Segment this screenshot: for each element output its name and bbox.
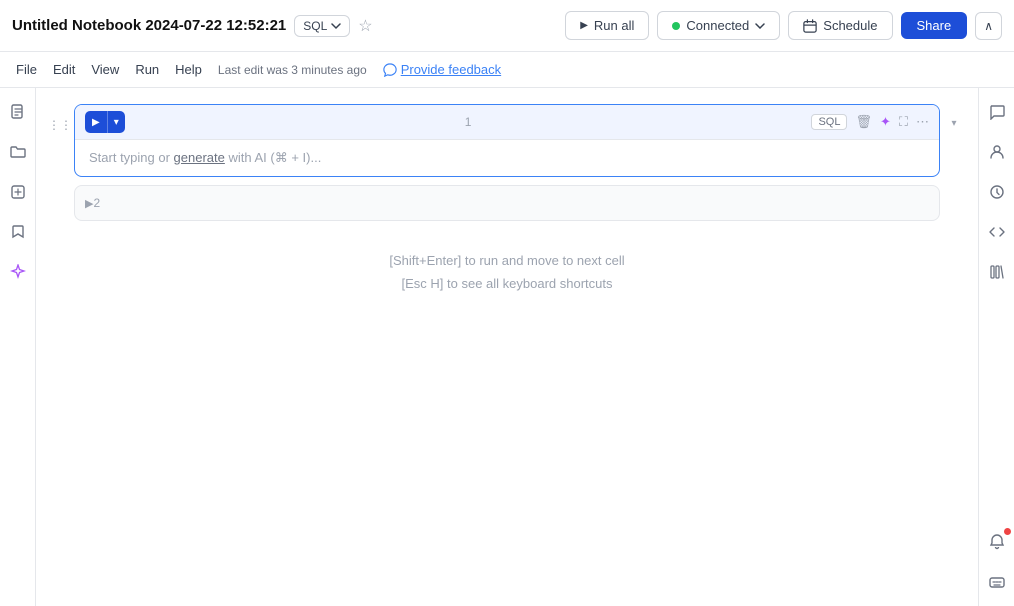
cell-2[interactable]: ▶ 2 (74, 185, 940, 221)
ai-sparkle-icon[interactable]: ✦ (880, 114, 891, 130)
cell-1-header-right: SQL 🗑 ✦ ⛶ ⋯ (811, 114, 929, 130)
keyboard-hints: [Shift+Enter] to run and move to next ce… (52, 229, 962, 316)
connected-label: Connected (686, 18, 749, 33)
menu-view[interactable]: View (91, 62, 119, 77)
run-all-button[interactable]: ▶ Run all (565, 11, 649, 40)
cell-area: ⋮⋮ ▶ ▾ 1 SQL 🗑 ✦ ⛶ (36, 88, 978, 606)
hint-line-1: [Shift+Enter] to run and move to next ce… (72, 249, 942, 272)
top-bar: Untitled Notebook 2024-07-22 12:52:21 SQ… (0, 0, 1014, 52)
connected-dot (672, 22, 680, 30)
right-sidebar-user-icon[interactable] (985, 140, 1009, 164)
cell-1-placeholder-text: Start typing or (89, 150, 174, 165)
cell-1-number: 1 (465, 115, 472, 129)
delete-cell-icon[interactable]: 🗑 (855, 114, 872, 130)
cell-1-type-badge[interactable]: SQL (811, 114, 847, 130)
notebook-title: Untitled Notebook 2024-07-22 12:52:21 (12, 17, 286, 34)
share-button[interactable]: Share (901, 12, 968, 39)
right-sidebar-bottom (985, 530, 1009, 594)
cell-1-header-left: ▶ ▾ (85, 111, 125, 133)
cell-1-header: ▶ ▾ 1 SQL 🗑 ✦ ⛶ ⋯ (75, 105, 939, 140)
calendar-icon (803, 19, 817, 33)
sql-label: SQL (303, 19, 327, 33)
top-bar-right: ▶ Run all Connected Schedule Share ∧ (565, 11, 1002, 40)
right-sidebar-chat-icon[interactable] (985, 100, 1009, 124)
more-options-icon[interactable]: ⋯ (916, 114, 929, 130)
cell-2-side-controls (946, 185, 962, 199)
top-bar-left: Untitled Notebook 2024-07-22 12:52:21 SQ… (12, 15, 373, 37)
cell-2-play-button[interactable]: ▶ (85, 197, 93, 210)
cell-1-body[interactable]: Start typing or generate with AI (⌘ + I)… (75, 140, 939, 176)
menu-run[interactable]: Run (135, 62, 159, 77)
chevron-down-icon (755, 23, 765, 29)
cell-2-number: 2 (93, 196, 100, 210)
right-sidebar-keyboard-icon[interactable] (985, 570, 1009, 594)
menu-help[interactable]: Help (175, 62, 202, 77)
generate-link[interactable]: generate (174, 150, 225, 165)
sidebar-icon-bookmark[interactable] (6, 220, 30, 244)
menu-edit[interactable]: Edit (53, 62, 75, 77)
cell-row-2: ⋮⋮ ▶ 2 (52, 185, 962, 221)
menu-bar: File Edit View Run Help Last edit was 3 … (0, 52, 1014, 88)
menu-file[interactable]: File (16, 62, 37, 77)
sidebar-icon-sparkle[interactable] (6, 260, 30, 284)
collapse-header-button[interactable]: ∧ (975, 12, 1002, 40)
connected-button[interactable]: Connected (657, 11, 780, 40)
sidebar-icon-document[interactable] (6, 100, 30, 124)
cell-1-run-button[interactable]: ▶ ▾ (85, 111, 125, 133)
right-sidebar (978, 88, 1014, 606)
sidebar-icon-package[interactable] (6, 180, 30, 204)
sidebar-icon-folder[interactable] (6, 140, 30, 164)
sql-badge-button[interactable]: SQL (294, 15, 350, 37)
cell-1-placeholder-text2: with AI (⌘ + I)... (225, 150, 321, 165)
notification-dot (1004, 528, 1011, 535)
schedule-button[interactable]: Schedule (788, 11, 892, 40)
right-sidebar-notification-icon[interactable] (985, 530, 1009, 554)
cell-1-side-controls: ▾ (946, 104, 962, 129)
feedback-icon (383, 63, 397, 77)
right-sidebar-code-icon[interactable] (985, 220, 1009, 244)
play-icon: ▶ (580, 20, 588, 31)
run-play-icon: ▶ (85, 113, 107, 132)
star-icon[interactable]: ☆ (358, 16, 372, 36)
last-edit-text: Last edit was 3 minutes ago (218, 63, 367, 77)
cell-1[interactable]: ▶ ▾ 1 SQL 🗑 ✦ ⛶ ⋯ Start ty (74, 104, 940, 177)
main-layout: ⋮⋮ ▶ ▾ 1 SQL 🗑 ✦ ⛶ (0, 88, 1014, 606)
right-sidebar-top (985, 100, 1009, 284)
provide-feedback-link[interactable]: Provide feedback (383, 62, 501, 77)
run-chevron-icon: ▾ (108, 113, 125, 132)
hint-line-2: [Esc H] to see all keyboard shortcuts (72, 272, 942, 295)
expand-icon[interactable]: ⛶ (899, 114, 908, 130)
chevron-down-icon (331, 21, 341, 31)
right-sidebar-history-icon[interactable] (985, 180, 1009, 204)
left-sidebar (0, 88, 36, 606)
drag-handle-1[interactable]: ⋮⋮ (52, 104, 68, 132)
schedule-label: Schedule (823, 18, 877, 33)
cell-row-1: ⋮⋮ ▶ ▾ 1 SQL 🗑 ✦ ⛶ (52, 104, 962, 177)
cell-1-collapse-btn[interactable]: ▾ (951, 118, 956, 129)
run-all-label: Run all (594, 18, 634, 33)
cell-2-header: ▶ 2 (75, 186, 939, 220)
right-sidebar-library-icon[interactable] (985, 260, 1009, 284)
